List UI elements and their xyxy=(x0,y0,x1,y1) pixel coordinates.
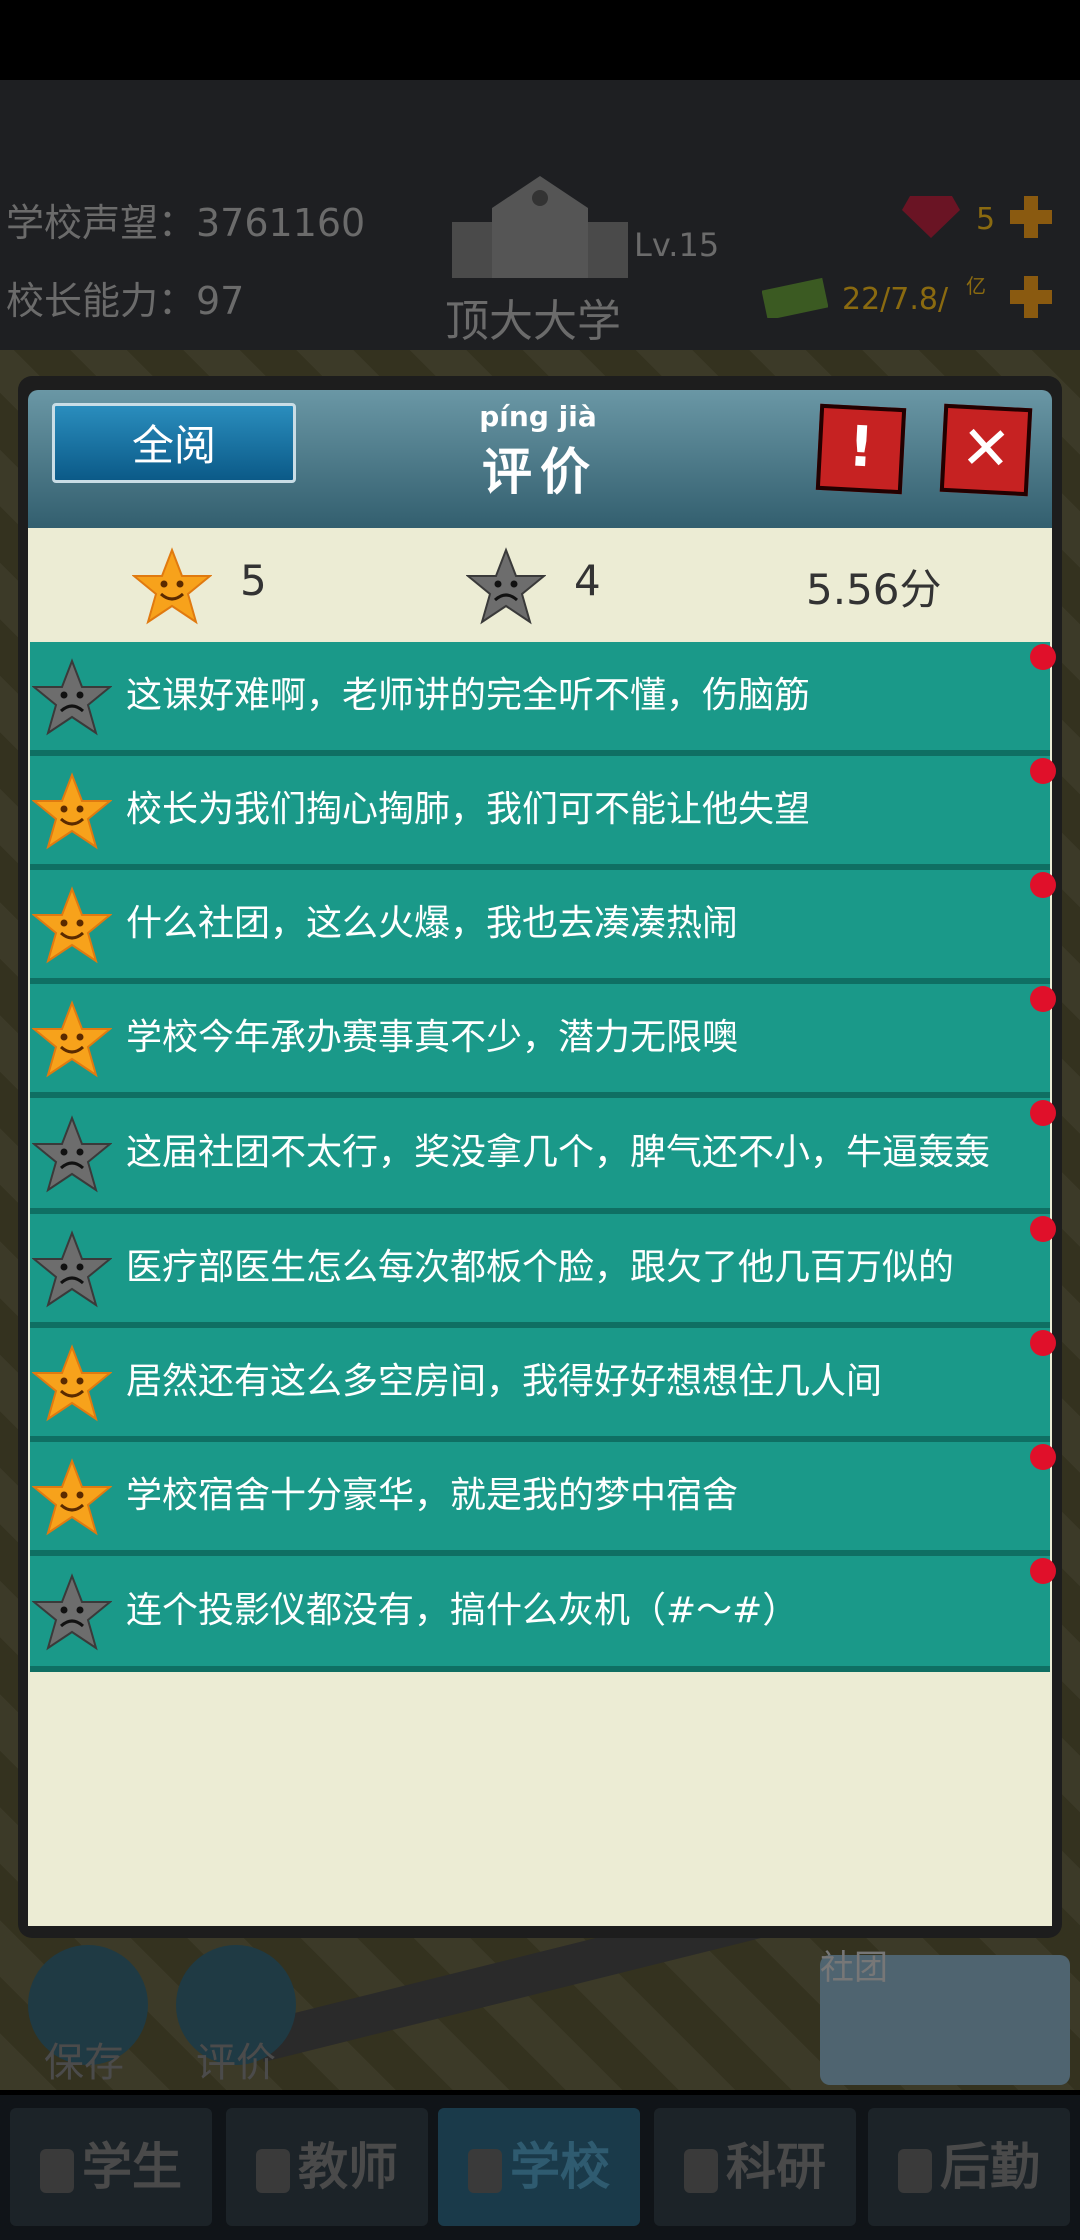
status-bar xyxy=(0,0,1080,80)
review-row[interactable]: 居然还有这么多空房间，我得好好想想住几人间 xyxy=(30,1328,1056,1442)
unread-dot xyxy=(1030,1100,1056,1126)
unread-dot xyxy=(1030,986,1056,1012)
cash-icon xyxy=(762,277,828,318)
average-score: 5.56分 xyxy=(806,565,942,614)
school-icon xyxy=(468,2148,502,2193)
good-review-count: 5 xyxy=(240,556,267,605)
gem-count: 5 xyxy=(976,202,996,237)
review-text: 居然还有这么多空房间，我得好好想想住几人间 xyxy=(126,1361,883,1402)
sad-star-icon xyxy=(32,658,112,736)
clipboard-icon xyxy=(898,2148,932,2193)
unread-dot xyxy=(1030,872,1056,898)
close-button[interactable]: ✕ xyxy=(939,403,1033,497)
bad-review-count: 4 xyxy=(574,556,601,605)
sad-star-icon xyxy=(466,547,546,625)
student-icon xyxy=(40,2148,74,2193)
tab-students[interactable]: 学生 xyxy=(10,2108,212,2226)
review-text: 连个投影仪都没有，搞什么灰机（#～#） xyxy=(126,1590,799,1631)
school-level: Lv.15 xyxy=(634,226,720,264)
unread-dot xyxy=(1030,758,1056,784)
happy-star-icon xyxy=(32,772,112,850)
happy-star-icon xyxy=(32,1344,112,1422)
sad-star-icon xyxy=(32,1573,112,1651)
review-text: 医疗部医生怎么每次都板个脸，跟欠了他几百万似的 xyxy=(126,1247,955,1288)
review-row[interactable]: 学校今年承办赛事真不少，潜力无限噢 xyxy=(30,984,1056,1098)
tab-research-label: 科研 xyxy=(726,2138,826,2196)
review-list: 这课好难啊，老师讲的完全听不懂，伤脑筋 校长为我们掏心掏肺，我们可不能让他失望 什么… xyxy=(30,642,1056,1672)
money-value: 22/7.8/ xyxy=(842,282,949,317)
tab-school-label: 学校 xyxy=(510,2138,610,2196)
review-row[interactable]: 这课好难啊，老师讲的完全听不懂，伤脑筋 xyxy=(30,642,1056,756)
sad-star-icon xyxy=(32,1230,112,1308)
happy-star-icon xyxy=(32,1000,112,1078)
sad-star-icon xyxy=(32,1115,112,1193)
review-text: 这课好难啊，老师讲的完全听不懂，伤脑筋 xyxy=(126,675,811,716)
dialog-title: 评价 xyxy=(482,443,598,501)
review-text: 这届社团不太行，奖没拿几个，脾气还不小，牛逼轰轰 xyxy=(126,1132,991,1173)
tab-teachers-label: 教师 xyxy=(298,2138,398,2196)
review-row[interactable]: 医疗部医生怎么每次都板个脸，跟欠了他几百万似的 xyxy=(30,1214,1056,1328)
tab-logistics[interactable]: 后勤 xyxy=(868,2108,1070,2226)
add-money-button[interactable] xyxy=(1008,274,1054,320)
review-text: 校长为我们掏心掏肺，我们可不能让他失望 xyxy=(126,789,811,830)
add-gems-button[interactable] xyxy=(1008,194,1054,240)
review-label: 评价 xyxy=(196,2040,276,2086)
school-name: 顶大大学 xyxy=(445,296,621,347)
unread-dot xyxy=(1030,1216,1056,1242)
review-row[interactable]: 校长为我们掏心掏肺，我们可不能让他失望 xyxy=(30,756,1056,870)
happy-star-icon xyxy=(32,886,112,964)
exclamation-icon: ! xyxy=(846,414,876,481)
unread-dot xyxy=(1030,1444,1056,1470)
tab-research[interactable]: 科研 xyxy=(654,2108,856,2226)
principal-ability-text: 校长能力：97 xyxy=(6,279,245,323)
close-icon: ✕ xyxy=(959,412,1013,486)
teacher-icon xyxy=(256,2148,290,2193)
review-row[interactable]: 这届社团不太行，奖没拿几个，脾气还不小，牛逼轰轰 xyxy=(30,1098,1056,1214)
money-unit: 亿 xyxy=(966,274,986,298)
club-label: 社团 xyxy=(820,1948,888,1988)
review-row[interactable]: 学校宿舍十分豪华，就是我的梦中宿舍 xyxy=(30,1442,1056,1556)
tab-school[interactable]: 学校 xyxy=(438,2108,640,2226)
school-building-icon xyxy=(452,176,628,278)
review-text: 什么社团，这么火爆，我也去凑凑热闹 xyxy=(126,903,739,944)
happy-star-icon xyxy=(132,547,212,625)
unread-dot xyxy=(1030,644,1056,670)
happy-star-icon xyxy=(32,1458,112,1536)
review-row[interactable]: 连个投影仪都没有，搞什么灰机（#～#） xyxy=(30,1556,1056,1672)
reputation-text: 学校声望：3761160 xyxy=(6,201,366,245)
title-pinyin: píng jià xyxy=(479,400,597,433)
flask-icon xyxy=(684,2148,718,2193)
review-text: 学校今年承办赛事真不少，潜力无限噢 xyxy=(126,1017,739,1058)
tab-students-label: 学生 xyxy=(82,2138,182,2196)
read-all-button[interactable]: 全阅 xyxy=(52,403,296,483)
review-row[interactable]: 什么社团，这么火爆，我也去凑凑热闹 xyxy=(30,870,1056,984)
tab-logistics-label: 后勤 xyxy=(940,2138,1040,2196)
unread-dot xyxy=(1030,1330,1056,1356)
save-label: 保存 xyxy=(44,2040,124,2086)
gem-icon xyxy=(902,196,960,238)
tab-teachers[interactable]: 教师 xyxy=(226,2108,428,2226)
unread-dot xyxy=(1030,1558,1056,1584)
report-button[interactable]: ! xyxy=(815,403,907,495)
review-text: 学校宿舍十分豪华，就是我的梦中宿舍 xyxy=(126,1475,739,1516)
